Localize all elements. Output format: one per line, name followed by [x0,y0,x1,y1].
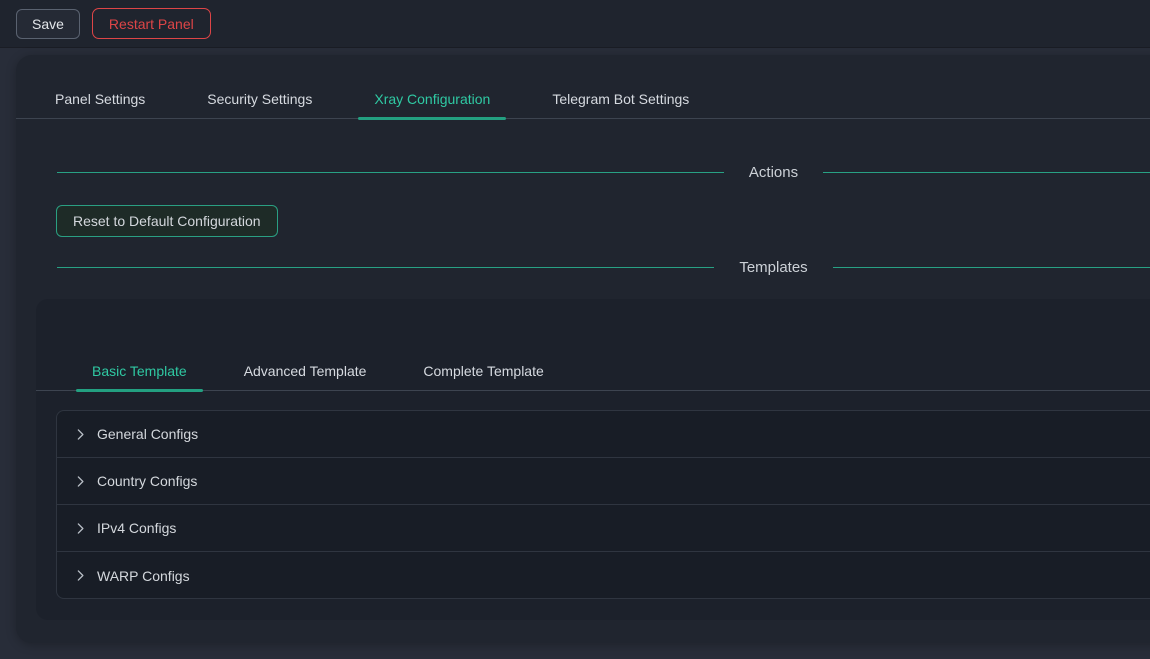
settings-tabbar: Panel Settings Security Settings Xray Co… [16,79,1150,119]
chevron-right-icon [74,475,87,488]
chevron-right-icon [74,428,87,441]
accordion-row-general-configs[interactable]: General Configs [57,411,1150,458]
chevron-right-icon [74,569,87,582]
accordion-row-label: General Configs [97,426,198,442]
accordion-row-label: WARP Configs [97,568,190,584]
chevron-right-icon [74,522,87,535]
templates-divider: Templates [57,256,1150,278]
tab-panel-settings[interactable]: Panel Settings [39,79,161,118]
actions-divider: Actions [57,161,1150,183]
accordion-row-warp-configs[interactable]: WARP Configs [57,552,1150,599]
reset-to-default-button[interactable]: Reset to Default Configuration [56,205,278,237]
restart-panel-button[interactable]: Restart Panel [92,8,211,39]
accordion-row-label: Country Configs [97,473,197,489]
settings-card: Panel Settings Security Settings Xray Co… [16,55,1150,643]
tab-complete-template[interactable]: Complete Template [407,351,559,390]
template-config-accordion: General Configs Country Configs IPv4 Con… [56,410,1150,599]
tab-basic-template[interactable]: Basic Template [76,351,203,390]
accordion-row-ipv4-configs[interactable]: IPv4 Configs [57,505,1150,552]
save-button[interactable]: Save [16,9,80,39]
tab-security-settings[interactable]: Security Settings [191,79,328,118]
accordion-row-label: IPv4 Configs [97,520,176,536]
tab-advanced-template[interactable]: Advanced Template [228,351,383,390]
templates-divider-label: Templates [739,259,807,276]
tab-telegram-bot-settings[interactable]: Telegram Bot Settings [536,79,705,118]
templates-card: Basic Template Advanced Template Complet… [36,299,1150,620]
templates-tabbar: Basic Template Advanced Template Complet… [36,351,1150,391]
tab-xray-configuration[interactable]: Xray Configuration [358,79,506,118]
topbar: Save Restart Panel [0,0,1150,47]
actions-divider-label: Actions [749,164,798,181]
accordion-row-country-configs[interactable]: Country Configs [57,458,1150,505]
